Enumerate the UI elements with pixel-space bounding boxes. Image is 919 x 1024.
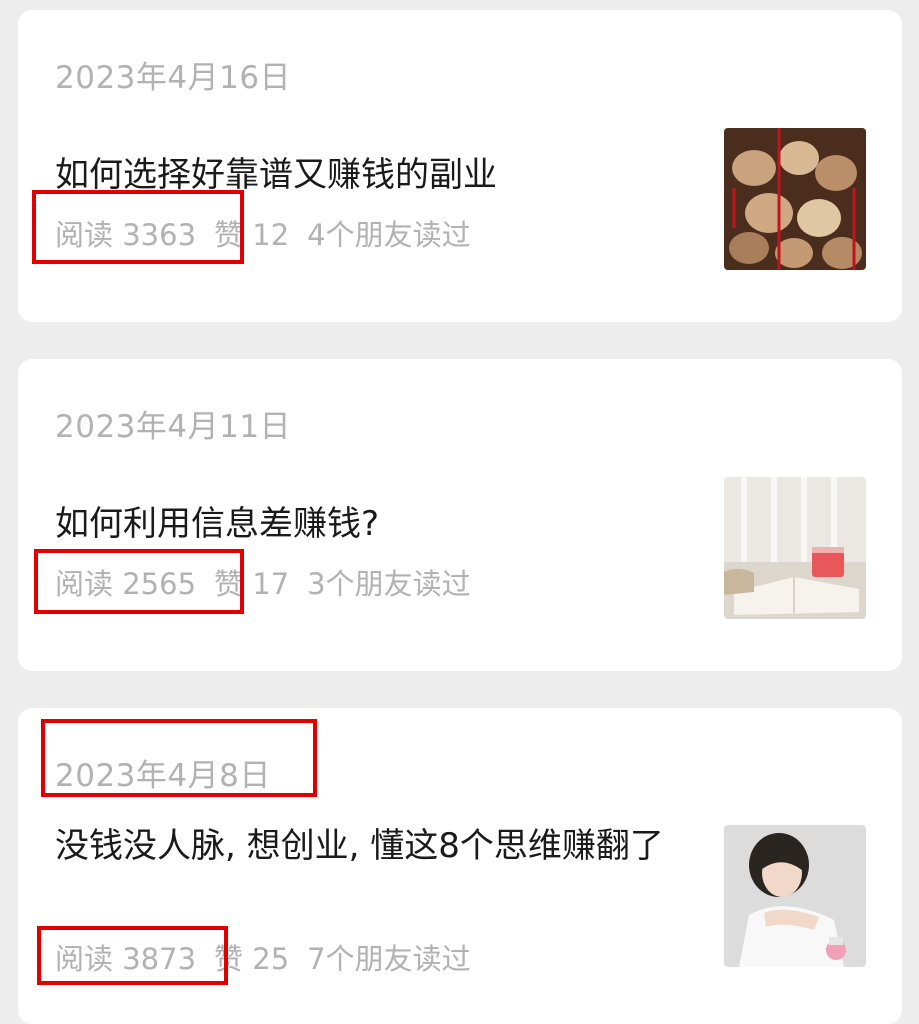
book-and-tea-cup-image[interactable]: [724, 477, 866, 619]
article-card[interactable]: 2023年4月11日 如何利用信息差赚钱? 阅读 2565 赞 17 3个朋友读过: [18, 359, 902, 671]
friends-read: 4个朋友读过: [307, 218, 471, 252]
article-title[interactable]: 如何利用信息差赚钱?: [55, 500, 695, 548]
friends-read: 3个朋友读过: [307, 567, 471, 601]
article-card[interactable]: 2023年4月16日 如何选择好靠谱又赚钱的副业 阅读 3363 赞 12 4个朋友…: [18, 10, 902, 322]
article-title[interactable]: 没钱没人脉, 想创业, 懂这8个思维赚翻了: [55, 822, 695, 870]
highlight-box-read-count: [37, 926, 228, 985]
article-date: 2023年4月11日: [55, 409, 292, 445]
wooden-wish-plaques-image[interactable]: [724, 128, 866, 270]
highlight-box-read-count: [34, 549, 244, 614]
highlight-box-date: [41, 719, 317, 797]
article-date: 2023年4月16日: [55, 60, 292, 96]
friends-read: 7个朋友读过: [307, 942, 471, 976]
woman-portrait-image[interactable]: [724, 825, 866, 967]
highlight-box-read-count: [32, 190, 244, 264]
